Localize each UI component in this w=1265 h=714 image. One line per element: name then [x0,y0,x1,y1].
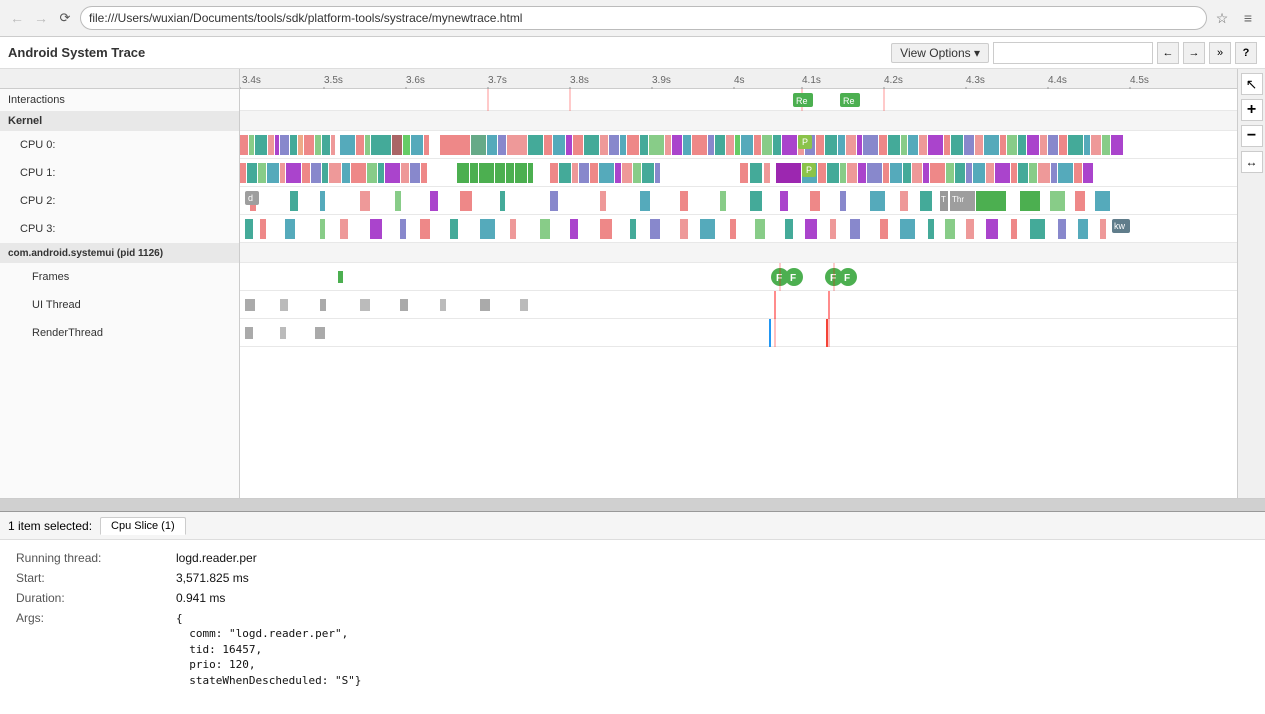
track-interactions[interactable]: Re Re [240,89,1237,111]
track-render-thread[interactable] [240,319,1237,347]
track-cpu1[interactable]: P [240,159,1237,187]
header-controls: View Options ▾ ← → » ? [891,42,1257,64]
svg-text:kw: kw [1114,221,1126,231]
args-label: Args: [16,608,176,691]
help-button[interactable]: ? [1235,42,1257,64]
track-cpu2[interactable]: d T Thr [240,187,1237,215]
label-cpu0: CPU 0: [0,131,240,159]
duration-label: Duration: [16,588,176,608]
cpu-slice-tab[interactable]: Cpu Slice (1) [100,517,186,535]
label-cpu1: CPU 1: [0,159,240,187]
svg-text:4.3s: 4.3s [966,75,985,86]
back-button[interactable]: ← [6,7,28,29]
cpu3-svg: kw [240,215,1237,243]
track-systemui-header[interactable] [240,243,1237,263]
svg-text:3.7s: 3.7s [488,75,507,86]
cpu1-svg: P [240,159,1237,187]
main-area: Interactions Kernel CPU 0: CPU 1: CPU 2:… [0,69,1265,510]
horizontal-scrollbar[interactable] [0,498,1265,510]
track-kernel[interactable] [240,111,1237,131]
label-render-thread: RenderThread [0,319,240,347]
browser-chrome: ← → ⟳ ☆ ≡ [0,0,1265,37]
label-interactions: Interactions [0,89,240,111]
app-header: Android System Trace View Options ▾ ← → … [0,37,1265,69]
render-thread-svg [240,319,1237,347]
ui-thread-svg [240,291,1237,319]
address-bar[interactable] [80,6,1207,30]
bookmark-icon[interactable]: ☆ [1211,7,1233,29]
svg-text:F: F [844,273,850,284]
right-toolbar: ↖ + − ↔ [1237,69,1265,498]
bottom-panel: 1 item selected: Cpu Slice (1) Running t… [0,510,1265,675]
svg-text:Re: Re [843,96,855,106]
bottom-status-bar: 1 item selected: Cpu Slice (1) [0,512,1265,540]
selected-count: 1 item selected: [8,519,92,533]
prev-result-button[interactable]: ← [1157,42,1179,64]
svg-text:T: T [941,195,946,204]
fit-button[interactable]: ↔ [1241,151,1263,173]
svg-text:P: P [806,165,812,175]
duration-value: 0.941 ms [176,588,1249,608]
app-title: Android System Trace [8,45,145,60]
view-options-button[interactable]: View Options ▾ [891,43,989,63]
track-cpu3[interactable]: kw [240,215,1237,243]
label-kernel: Kernel [0,111,240,131]
zoom-out-button[interactable]: − [1241,125,1263,147]
track-frames[interactable]: F F F F [240,263,1237,291]
timeline-svg: 3.4s 3.5s 3.6s 3.7s 3.8s 3.9s 4s 4.1s 4.… [240,69,1237,89]
reload-button[interactable]: ⟳ [54,7,76,29]
cpu0-svg: P [240,131,1237,159]
label-systemui: com.android.systemui (pid 1126) [0,243,240,263]
label-cpu3: CPU 3: [0,215,240,243]
select-tool-button[interactable]: ↖ [1241,73,1263,95]
svg-text:3.4s: 3.4s [242,75,261,86]
menu-icon[interactable]: ≡ [1237,7,1259,29]
zoom-in-button[interactable]: + [1241,99,1263,121]
cpu2-svg: d T Thr [240,187,1237,215]
svg-text:Re: Re [796,96,808,106]
svg-text:3.6s: 3.6s [406,75,425,86]
label-cpu2: CPU 2: [0,187,240,215]
svg-text:3.9s: 3.9s [652,75,671,86]
svg-text:F: F [830,273,836,284]
nav-buttons: ← → ⟳ [6,7,76,29]
svg-text:3.8s: 3.8s [570,75,589,86]
running-thread-value: logd.reader.per [176,548,1249,568]
detail-grid: Running thread: logd.reader.per Start: 3… [8,544,1257,695]
track-ui-thread[interactable] [240,291,1237,319]
svg-text:F: F [776,273,782,284]
track-cpu0[interactable]: P [240,131,1237,159]
svg-text:Thr: Thr [952,195,964,204]
svg-text:4s: 4s [734,75,745,86]
start-value: 3,571.825 ms [176,568,1249,588]
svg-text:P: P [802,137,808,147]
args-value: { comm: "logd.reader.per", tid: 16457, p… [176,608,1249,691]
timeline-ruler: 3.4s 3.5s 3.6s 3.7s 3.8s 3.9s 4s 4.1s 4.… [240,69,1237,89]
expand-button[interactable]: » [1209,42,1231,64]
label-ui-thread: UI Thread [0,291,240,319]
svg-text:4.1s: 4.1s [802,75,821,86]
svg-text:4.2s: 4.2s [884,75,903,86]
track-content[interactable]: 3.4s 3.5s 3.6s 3.7s 3.8s 3.9s 4s 4.1s 4.… [240,69,1237,498]
svg-text:3.5s: 3.5s [324,75,343,86]
bottom-panel-inner: Running thread: logd.reader.per Start: 3… [0,540,1265,677]
browser-icons: ☆ ≡ [1211,7,1259,29]
start-label: Start: [16,568,176,588]
svg-text:d: d [248,193,253,203]
forward-button[interactable]: → [30,7,52,29]
browser-toolbar: ← → ⟳ ☆ ≡ [0,0,1265,36]
track-labels: Interactions Kernel CPU 0: CPU 1: CPU 2:… [0,69,240,498]
svg-text:4.4s: 4.4s [1048,75,1067,86]
svg-text:4.5s: 4.5s [1130,75,1149,86]
next-result-button[interactable]: → [1183,42,1205,64]
search-input[interactable] [993,42,1153,64]
label-frames: Frames [0,263,240,291]
detail-area: Running thread: logd.reader.per Start: 3… [0,540,1265,677]
svg-text:F: F [790,273,796,284]
frames-svg: F F F F [240,263,1237,291]
running-thread-label: Running thread: [16,548,176,568]
interactions-svg: Re Re [240,89,1237,111]
